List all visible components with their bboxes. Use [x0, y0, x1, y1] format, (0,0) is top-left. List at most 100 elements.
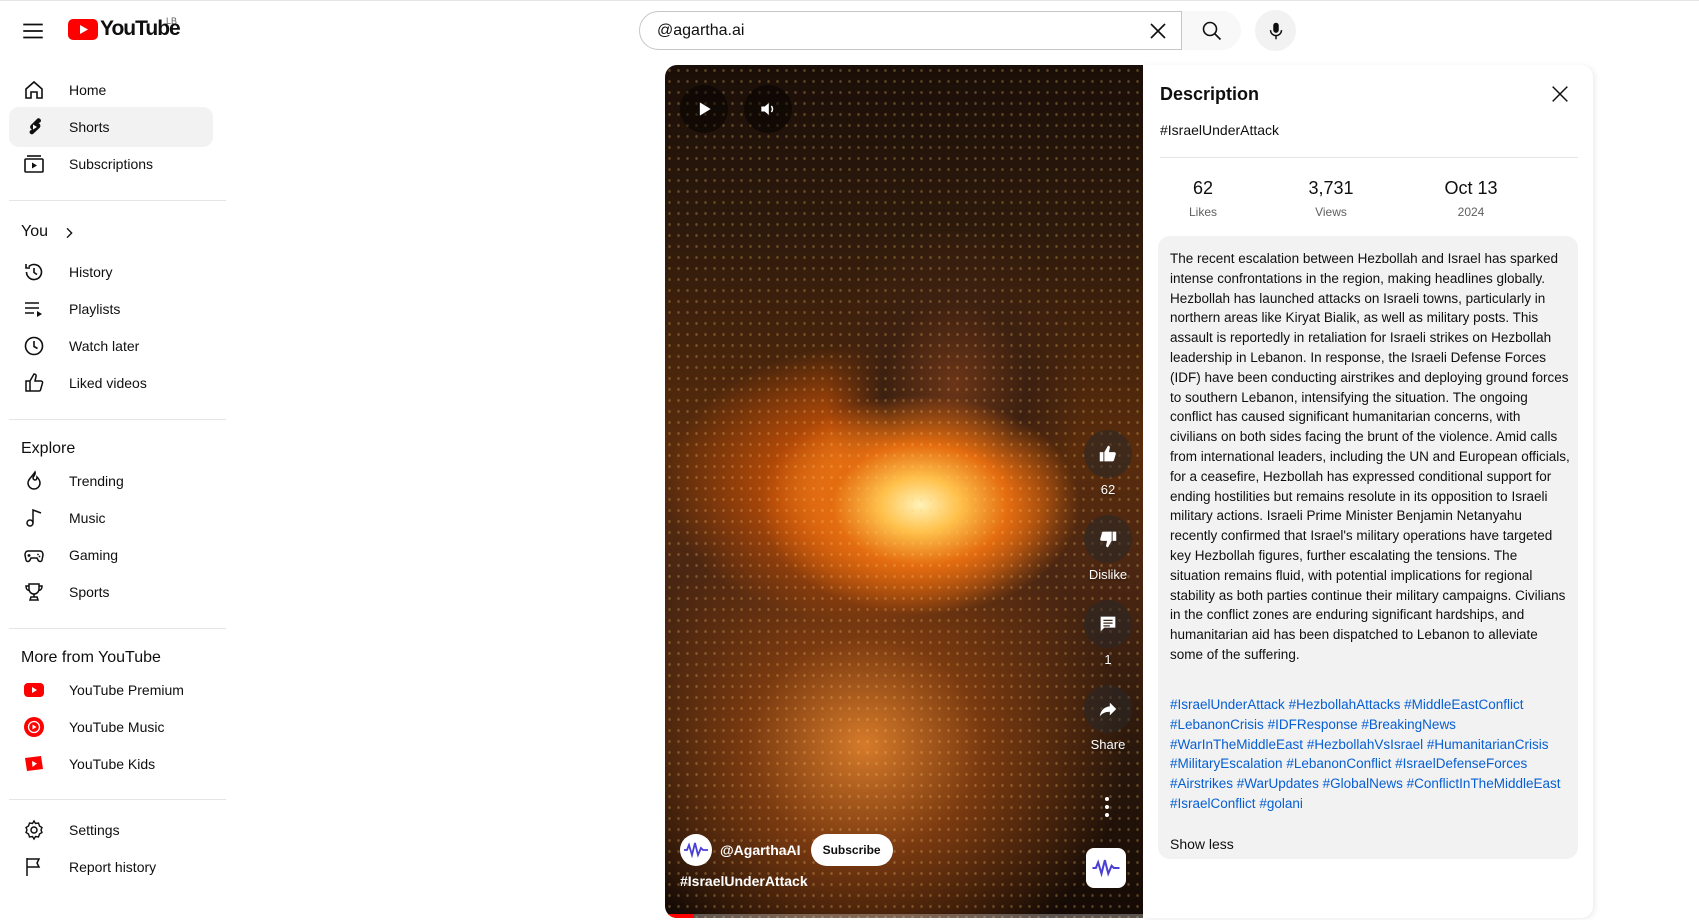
country-code: LB: [166, 16, 178, 26]
voice-search-button[interactable]: [1255, 10, 1296, 51]
sidebar-divider: [9, 419, 226, 420]
sidebar-item-youtube-music[interactable]: YouTube Music: [9, 707, 213, 747]
microphone-icon: [1269, 22, 1282, 39]
search-button[interactable]: [1181, 11, 1241, 50]
sidebar-section-you[interactable]: You: [9, 213, 213, 253]
hashtag-link[interactable]: #HumanitarianCrisis: [1427, 737, 1549, 752]
video-frame-lights: [665, 65, 1143, 918]
short-video-player[interactable]: @AgarthaAI Subscribe #IsraelUnderAttack: [665, 65, 1143, 918]
stat-views: 3,731 Views: [1271, 178, 1391, 219]
hashtag-link[interactable]: #LebanonCrisis: [1170, 717, 1264, 732]
sidebar-item-report-history[interactable]: Report history: [9, 847, 213, 887]
thumbs-down-icon: [1100, 531, 1117, 548]
sidebar-item-label: Music: [69, 510, 106, 526]
hashtag-link[interactable]: #IDFResponse: [1268, 717, 1358, 732]
hashtag-link[interactable]: #MiddleEastConflict: [1404, 697, 1523, 712]
sidebar-item-subscriptions[interactable]: Subscriptions: [9, 144, 213, 184]
hashtag-link[interactable]: #HezbollahVsIsrael: [1307, 737, 1423, 752]
volume-button[interactable]: [744, 85, 792, 133]
close-description-button[interactable]: [1544, 78, 1576, 110]
description-body: The recent escalation between Hezbollah …: [1158, 236, 1578, 859]
sidebar-item-label: Report history: [69, 859, 157, 875]
stat-value: Oct 13: [1444, 178, 1498, 198]
home-icon: [22, 78, 46, 102]
sidebar-item-home[interactable]: Home: [9, 70, 213, 110]
more-vertical-icon: [1105, 797, 1109, 817]
sidebar-item-youtube-premium[interactable]: YouTube Premium: [9, 670, 213, 710]
channel-avatar[interactable]: [680, 834, 712, 866]
sidebar-item-gaming[interactable]: Gaming: [9, 535, 213, 575]
video-progress-fill: [665, 914, 694, 918]
sidebar-item-sports[interactable]: Sports: [9, 572, 213, 612]
sidebar-item-shorts[interactable]: Shorts: [9, 107, 213, 147]
share-action: Share: [1080, 685, 1136, 752]
sidebar-item-music[interactable]: Music: [9, 498, 213, 538]
clear-search-icon[interactable]: [1146, 19, 1170, 43]
agartha-logo-icon: [1092, 859, 1120, 877]
section-title-more-from-youtube: More from YouTube: [21, 649, 161, 666]
hashtag-link[interactable]: #LebanonConflict: [1286, 756, 1391, 771]
masthead: YouTube LB: [0, 0, 1699, 60]
liked-videos-icon: [22, 371, 46, 395]
comment-icon: [1100, 616, 1116, 632]
stat-value: 3,731: [1308, 178, 1354, 198]
hashtag-link[interactable]: #GlobalNews: [1323, 776, 1403, 791]
hashtag-link[interactable]: #IsraelDefenseForces: [1395, 756, 1527, 771]
sidebar-item-settings[interactable]: Settings: [9, 810, 213, 850]
video-progress-bar[interactable]: [665, 914, 1143, 918]
youtube-music-icon: [22, 715, 46, 739]
share-button[interactable]: [1084, 685, 1132, 733]
sound-source-thumbnail[interactable]: [1086, 848, 1126, 888]
hashtag-link[interactable]: #IsraelConflict: [1170, 796, 1256, 811]
share-icon: [1099, 702, 1117, 717]
sidebar-item-trending[interactable]: Trending: [9, 461, 213, 501]
play-icon: [699, 102, 711, 116]
history-icon: [22, 260, 46, 284]
hashtag-link[interactable]: #BreakingNews: [1361, 717, 1456, 732]
search-box: [639, 11, 1241, 50]
subscribe-button[interactable]: Subscribe: [810, 834, 893, 866]
youtube-logo[interactable]: YouTube: [68, 17, 181, 41]
description-panel: Description #IsraelUnderAttack 62 Likes …: [1143, 65, 1593, 918]
sidebar-item-youtube-kids[interactable]: YouTube Kids: [9, 744, 213, 784]
channel-name[interactable]: @AgarthaAI: [720, 842, 801, 858]
hashtag-link[interactable]: #ConflictInTheMiddleEast: [1407, 776, 1561, 791]
sidebar-item-label: History: [69, 264, 113, 280]
sidebar-item-liked-videos[interactable]: Liked videos: [9, 363, 213, 403]
sidebar-item-playlists[interactable]: Playlists: [9, 289, 213, 329]
show-less-button[interactable]: Show less: [1170, 836, 1234, 852]
stat-value: 62: [1192, 178, 1214, 198]
hashtag-link[interactable]: #HezbollahAttacks: [1289, 697, 1401, 712]
sidebar-item-history[interactable]: History: [9, 252, 213, 292]
like-button[interactable]: [1084, 430, 1132, 478]
hashtag-link[interactable]: #WarInTheMiddleEast: [1170, 737, 1303, 752]
description-tag[interactable]: #IsraelUnderAttack: [1160, 122, 1279, 138]
menu-icon[interactable]: [20, 18, 46, 44]
volume-icon: [761, 103, 774, 115]
close-icon: [1552, 86, 1568, 102]
comment-count: 1: [1104, 652, 1112, 667]
description-text: The recent escalation between Hezbollah …: [1170, 251, 1570, 662]
stat-label: Views: [1315, 205, 1347, 219]
hashtag-link[interactable]: #golani: [1259, 796, 1303, 811]
sidebar-divider: [9, 628, 226, 629]
section-title-explore: Explore: [21, 440, 76, 457]
comments-button[interactable]: [1084, 600, 1132, 648]
dislike-button[interactable]: [1084, 515, 1132, 563]
hashtag-link[interactable]: #WarUpdates: [1237, 776, 1319, 791]
sidebar-item-label: Subscriptions: [69, 156, 154, 172]
hashtag-link[interactable]: #MilitaryEscalation: [1170, 756, 1283, 771]
hashtag-link[interactable]: #IsraelUnderAttack: [1170, 697, 1285, 712]
shorts-icon: [22, 115, 46, 139]
short-title[interactable]: #IsraelUnderAttack: [680, 873, 808, 889]
play-button[interactable]: [680, 85, 728, 133]
guide-sidebar: Home Shorts Subscriptions You History Pl…: [0, 60, 226, 920]
search-input[interactable]: [657, 21, 1137, 40]
sidebar-item-label: Playlists: [69, 301, 121, 317]
sidebar-item-watch-later[interactable]: Watch later: [9, 326, 213, 366]
dislike-action: Dislike: [1080, 515, 1136, 582]
more-options-button[interactable]: [1095, 792, 1119, 822]
hashtag-link[interactable]: #Airstrikes: [1170, 776, 1233, 791]
comments-action: 1: [1080, 600, 1136, 667]
sidebar-divider: [9, 799, 226, 800]
